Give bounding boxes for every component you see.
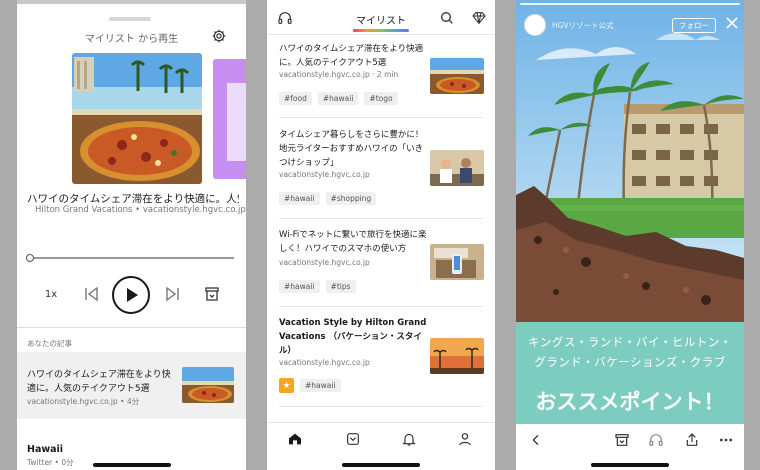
- next-artwork-peek[interactable]: [213, 59, 246, 179]
- item-meta: vacationstyle.hgvc.co.jp: [279, 170, 370, 179]
- home-icon[interactable]: [287, 431, 303, 447]
- list-item[interactable]: Vacation Style by Hilton Grand Vacations…: [267, 316, 495, 396]
- resort-photo: [516, 0, 744, 322]
- banner-line-2: グランド・バケーションズ・クラブ: [534, 355, 726, 369]
- story-progress-bar: [520, 3, 740, 5]
- banner-line-1: キングス・ランド・バイ・ヒルトン・: [528, 335, 732, 349]
- home-indicator: [342, 463, 420, 467]
- diamond-icon[interactable]: [471, 10, 487, 26]
- account-name[interactable]: HGVリゾート公式: [552, 20, 636, 29]
- tag-chip[interactable]: #tips: [325, 280, 356, 293]
- follow-button[interactable]: フォロー: [672, 18, 716, 33]
- list-item[interactable]: ハワイのタイムシェア滞在をより快適に。人気のテイクアウト5選 vacations…: [267, 42, 495, 112]
- item-meta: vacationstyle.hgvc.co.jp: [279, 258, 370, 267]
- tag-chip[interactable]: #hawaii: [300, 379, 341, 392]
- tag-chip[interactable]: #hawaii: [279, 280, 320, 293]
- tag-chip[interactable]: #togo: [364, 92, 398, 105]
- mylist-screen: マイリスト ハワイのタイムシェア滞在をより快適に。人気のテイクアウト5選 vac…: [267, 0, 495, 470]
- item-thumbnail: [430, 338, 484, 374]
- story-screen: HGVリゾート公式 フォロー キングス・ランド・バイ・ヒルトン・ グランド・バケ…: [516, 0, 744, 470]
- search-icon[interactable]: [439, 10, 455, 26]
- status-bar: [17, 0, 246, 4]
- queue-item-title: ハワイのタイムシェア滞在をより快適に。人気のテイクアウト5選: [27, 370, 171, 394]
- page-title[interactable]: マイリスト: [267, 12, 495, 27]
- tab-underline: [353, 29, 409, 32]
- promo-banner: キングス・ランド・バイ・ヒルトン・ グランド・バケーションズ・クラブ おススメポ…: [516, 322, 744, 424]
- queue-next-title[interactable]: Hawaii: [27, 444, 63, 455]
- tag-chip[interactable]: #shopping: [325, 192, 377, 205]
- item-thumbnail: [430, 58, 484, 94]
- item-title: タイムシェア暮らしをさらに豊かに！地元ライターおすすめハワイの「いきつけショップ…: [279, 130, 424, 168]
- queue-item-meta: vacationstyle.hgvc.co.jp • 4分: [27, 397, 140, 406]
- divider: [279, 117, 483, 118]
- avatar[interactable]: [524, 14, 546, 36]
- section-label: あなたの記事: [27, 339, 72, 348]
- pocket-save-icon[interactable]: [345, 431, 361, 447]
- close-icon[interactable]: [725, 16, 739, 30]
- divider: [279, 218, 483, 219]
- progress-knob[interactable]: [26, 254, 34, 262]
- skip-back-icon: [85, 286, 98, 302]
- tag-chip[interactable]: #food: [279, 92, 312, 105]
- skip-forward-icon: [166, 286, 179, 302]
- banner-headline: おススメポイント！: [535, 390, 725, 414]
- tag-chip[interactable]: #hawaii: [279, 192, 320, 205]
- queue-next-meta: Twitter • 0分: [27, 458, 74, 467]
- favorite-star-icon[interactable]: ★: [279, 378, 294, 393]
- home-indicator: [591, 463, 669, 467]
- item-meta: vacationstyle.hgvc.co.jp: [279, 358, 370, 367]
- bell-icon[interactable]: [401, 431, 417, 447]
- item-title: Vacation Style by Hilton Grand Vacations…: [279, 318, 427, 356]
- back-chevron-icon[interactable]: [528, 432, 544, 448]
- play-icon: [127, 288, 138, 302]
- speed-button[interactable]: 1x: [39, 282, 63, 306]
- item-thumbnail: [430, 244, 484, 280]
- divider: [279, 406, 483, 407]
- item-title: Wi-Fiでネットに繋いで旅行を快適に楽しく！ハワイでのスマホの使い方: [279, 230, 427, 254]
- home-indicator: [92, 463, 171, 467]
- divider: [279, 306, 483, 307]
- divider: [267, 34, 495, 35]
- tag-chip[interactable]: #hawaii: [317, 92, 359, 105]
- current-queue-item[interactable]: ハワイのタイムシェア滞在をより快適に。人気のテイクアウト5選 vacations…: [17, 352, 246, 419]
- profile-icon[interactable]: [457, 431, 473, 447]
- item-meta: vacationstyle.hgvc.co.jp · 2 min: [279, 70, 399, 79]
- more-icon[interactable]: [718, 432, 734, 448]
- share-icon[interactable]: [684, 432, 700, 448]
- track-source: Hilton Grand Vacations • vacationstyle.h…: [35, 205, 246, 215]
- list-item[interactable]: タイムシェア暮らしをさらに豊かに！地元ライターおすすめハワイの「いきつけショップ…: [267, 128, 495, 208]
- archive-button[interactable]: [203, 282, 221, 306]
- divider: [17, 327, 246, 328]
- player-screen: マイリスト から再生 ハワイのタイムシェア滞在をより快適に。人気… Hilton…: [17, 0, 246, 470]
- album-artwork: [72, 53, 202, 184]
- progress-track[interactable]: [29, 257, 234, 259]
- item-thumbnail: [430, 150, 484, 186]
- archive-icon: [205, 287, 219, 301]
- skip-forward-button[interactable]: [163, 282, 183, 306]
- skip-back-button[interactable]: [81, 282, 101, 306]
- queue-item-thumbnail: [182, 367, 234, 403]
- drag-handle[interactable]: [109, 17, 151, 21]
- archive-icon[interactable]: [614, 432, 630, 448]
- list-header: マイリスト: [267, 0, 495, 34]
- gear-icon[interactable]: [211, 28, 227, 44]
- item-title: ハワイのタイムシェア滞在をより快適に。人気のテイクアウト5選: [279, 44, 424, 68]
- track-title: ハワイのタイムシェア滞在をより快適に。人気…: [27, 193, 239, 205]
- play-button[interactable]: [112, 276, 150, 314]
- list-item[interactable]: Wi-Fiでネットに繋いで旅行を快適に楽しく！ハワイでのスマホの使い方 vaca…: [267, 228, 495, 298]
- headphones-icon[interactable]: [648, 432, 664, 448]
